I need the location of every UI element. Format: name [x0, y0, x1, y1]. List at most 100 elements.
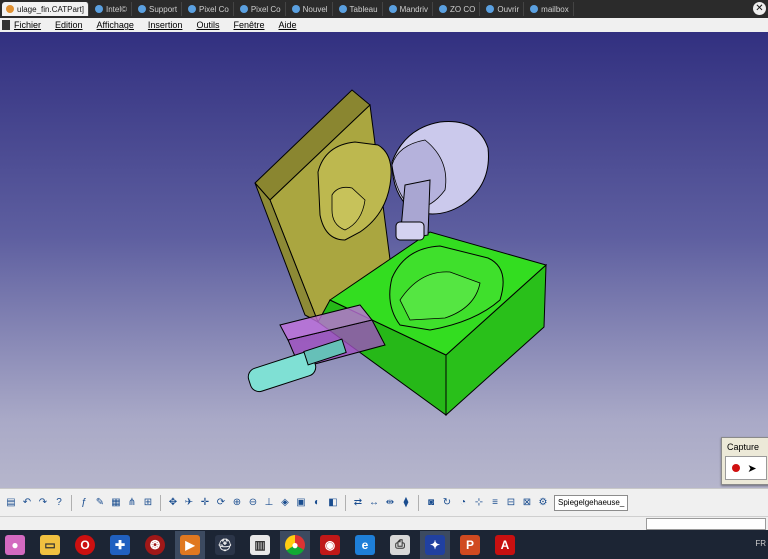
taskbar-app[interactable]: ▭ [35, 531, 65, 559]
browser-tab-label: ulage_fin.CATPart] [17, 4, 84, 14]
tab-favicon-icon [239, 5, 248, 13]
zoom-out-icon[interactable]: ⊖ [246, 496, 260, 510]
views-icon[interactable]: ▣ [294, 496, 308, 510]
powerpoint-icon: P [460, 534, 480, 555]
taskbar-app[interactable]: ✦ [420, 530, 450, 559]
grid-icon[interactable]: ⊟ [504, 496, 518, 510]
command-input[interactable] [646, 518, 766, 530]
menu-fenetre[interactable]: Fenêtre [233, 20, 264, 30]
tree-icon[interactable]: ⋔ [125, 496, 139, 510]
pointer-icon[interactable]: ➤ [745, 459, 759, 477]
taskbar-app[interactable]: ✚ [105, 531, 135, 559]
browser-tab[interactable]: Pixel Co [184, 2, 234, 16]
part-selector[interactable]: Spiegelgehaeuse_ [554, 494, 629, 511]
browser-tab-label: Support [149, 4, 178, 14]
menu-affichage[interactable]: Affichage [97, 20, 134, 30]
hierarchy-icon[interactable]: ⊞ [141, 496, 155, 510]
formula-icon[interactable]: ƒ [77, 496, 91, 510]
capture-panel: Capture ➤ [721, 437, 768, 485]
shading-icon[interactable]: ◐ [310, 496, 324, 510]
move-icon[interactable]: ✛ [198, 496, 212, 510]
taskbar-app[interactable]: ▥ [245, 531, 275, 559]
tab-favicon-icon [338, 5, 347, 13]
comment-icon[interactable]: ✎ [93, 496, 107, 510]
parts-icon[interactable]: ⊠ [520, 496, 534, 510]
browser-tab[interactable]: Mandriv [385, 2, 434, 16]
taskbar: ● ▭ O ✚ ❂ ▶ ⛑ ▥ ● ◉ e ⎙ ✦ P A FR [0, 530, 768, 559]
taskbar-app[interactable]: A [490, 531, 520, 559]
main-toolbar: ▤ ↶ ↷ ? ƒ ✎ ▦ ⋔ ⊞ ✥ ✈ ✛ ⟳ ⊕ ⊖ ⊥ ◈ ▣ ◐ ◧ … [0, 488, 768, 516]
taskbar-app[interactable]: ● [280, 530, 310, 559]
update-icon[interactable]: ↻ [440, 496, 454, 510]
table-icon[interactable]: ▦ [109, 496, 123, 510]
browser-tab[interactable]: Tableau [335, 2, 383, 16]
normal-view-icon[interactable]: ⊥ [262, 496, 276, 510]
browser-tab-label: mailbox [541, 4, 569, 14]
capture-tools: ➤ [725, 456, 767, 480]
browser-tab[interactable]: Ouvrir [482, 2, 525, 16]
chrome-icon: ● [285, 534, 305, 555]
browser-tab-label: ZO CO [450, 4, 476, 14]
iso-view-icon[interactable]: ◈ [278, 496, 292, 510]
hide-show-icon[interactable]: ◧ [326, 496, 340, 510]
steam-icon: ❂ [145, 534, 165, 555]
browser-tab[interactable]: Nouvel [288, 2, 333, 16]
3d-viewport[interactable] [0, 32, 768, 488]
analysis-icon[interactable]: ≡ [488, 496, 502, 510]
menu-outils[interactable]: Outils [196, 20, 219, 30]
menu-fichier[interactable]: Fichier [14, 20, 41, 30]
taskbar-app[interactable]: e [350, 531, 380, 559]
whats-this-icon[interactable]: ? [52, 496, 66, 510]
taskbar-app[interactable]: ◉ [315, 531, 345, 559]
mold-model[interactable] [0, 32, 768, 488]
media-icon: ▶ [180, 534, 200, 555]
browser-tab-label: Pixel Co [250, 4, 281, 14]
menu-aide[interactable]: Aide [279, 20, 297, 30]
taskbar-app[interactable]: O [70, 531, 100, 559]
browser-tab[interactable]: Pixel Co [236, 2, 286, 16]
browser-tab[interactable]: mailbox [526, 2, 574, 16]
video-icon: ◉ [320, 534, 340, 555]
swap-icon[interactable]: ⇄ [351, 496, 365, 510]
system-menu-icon[interactable] [2, 20, 10, 30]
browser-tab[interactable]: ulage_fin.CATPart] [2, 2, 89, 16]
browser-tab-label: Ouvrir [497, 4, 520, 14]
tools-icon[interactable]: ⚙ [536, 496, 550, 510]
browser-tab[interactable]: Intel© [91, 2, 133, 16]
opera-icon: O [75, 534, 95, 555]
taskbar-app[interactable]: ⎙ [385, 531, 415, 559]
browser-tab-label: Mandriv [399, 4, 429, 14]
taskbar-app[interactable]: ● [0, 531, 30, 559]
browser-tab[interactable]: Support [134, 2, 183, 16]
tab-favicon-icon [388, 5, 397, 13]
hat-icon: ⛑ [215, 534, 235, 555]
tab-favicon-icon [291, 5, 300, 13]
apply-material-icon[interactable]: ⧫ [399, 496, 413, 510]
pan-icon[interactable]: ✥ [166, 496, 180, 510]
rotate-icon[interactable]: ⟳ [214, 496, 228, 510]
taskbar-app[interactable]: ⛑ [210, 531, 240, 559]
fly-icon[interactable]: ✈ [182, 496, 196, 510]
axis-icon[interactable]: ⊹ [472, 496, 486, 510]
status-bar [0, 516, 768, 531]
browser-tab-label: Intel© [106, 4, 128, 14]
measure-between-icon[interactable]: ⇹ [383, 496, 397, 510]
record-icon[interactable] [729, 459, 743, 477]
taskbar-app[interactable]: ▶ [175, 530, 205, 559]
undo-icon[interactable]: ↶ [20, 496, 34, 510]
ie-icon: e [355, 534, 375, 555]
sketch-icon[interactable]: ◔ [456, 496, 470, 510]
redo-icon[interactable]: ↷ [36, 496, 50, 510]
taskbar-app[interactable]: P [455, 531, 485, 559]
menu-insertion[interactable]: Insertion [148, 20, 183, 30]
printer-icon: ⎙ [390, 534, 410, 555]
browser-tab[interactable]: ZO CO [435, 2, 481, 16]
close-icon[interactable]: ✕ [753, 2, 766, 15]
zoom-in-icon[interactable]: ⊕ [230, 496, 244, 510]
taskbar-app[interactable]: ❂ [140, 531, 170, 559]
menu-edition[interactable]: Edition [55, 20, 83, 30]
paint-icon: ✦ [425, 534, 445, 555]
photo-icon[interactable]: ◙ [424, 496, 438, 510]
save-icon[interactable]: ▤ [4, 496, 18, 510]
measure-icon[interactable]: ↔ [367, 496, 381, 510]
